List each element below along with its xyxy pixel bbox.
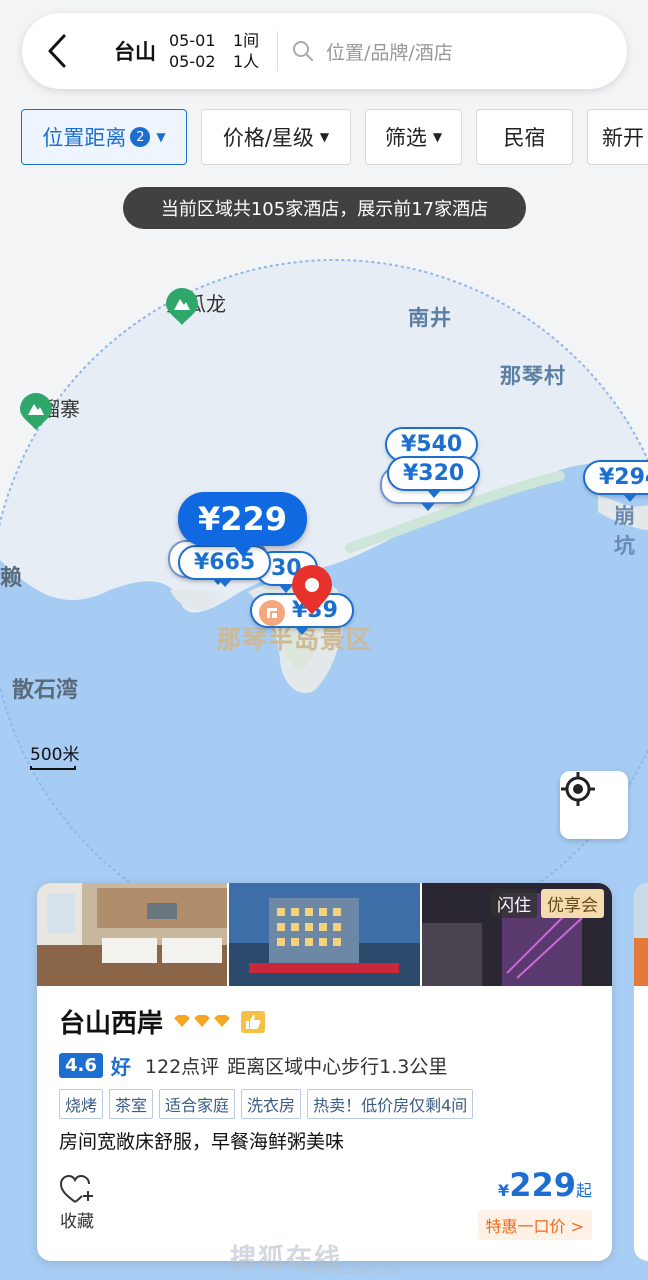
next-hotel-card[interactable] <box>634 883 648 1261</box>
checkout-date: 05-02 <box>169 52 216 71</box>
place-sanshiwan: 散石湾 <box>12 678 79 703</box>
hotel-name: 台山西岸 <box>59 1009 164 1039</box>
score-badge: 4.6 <box>59 1053 103 1078</box>
price-currency: ¥ <box>498 1181 510 1200</box>
poi-jinguashan[interactable]: 金瓜龙 <box>166 288 226 325</box>
rating-row: 4.6 好 122点评 距离区域中心步行1.3公里 <box>59 1051 447 1080</box>
search-header: 台山 05-01 05-02 1间 1人 位置/品牌/酒店 <box>22 13 627 89</box>
mountain-icon <box>166 288 198 325</box>
facility-tag: 烧烤 <box>59 1089 104 1119</box>
filter-bar: 位置距离 2 ▼ 价格/星级 ▼ 筛选 ▼ 民宿 新开 <box>21 109 648 165</box>
vip-tag: 优享会 <box>540 889 604 918</box>
price-marker[interactable]: ¥320 <box>387 456 481 498</box>
review-count[interactable]: 122点评 <box>145 1052 219 1079</box>
filter-more[interactable]: 筛选 ▼ <box>365 109 462 165</box>
scale-label: 500米 <box>30 745 80 765</box>
hotel-photo-lobby: 闪住 优享会 <box>421 883 612 986</box>
price-value: 229 <box>509 1166 576 1204</box>
watermark-url: WWW.GDMM.COM <box>310 1266 402 1277</box>
price-area[interactable]: ¥229起 特惠一口价 > <box>477 1166 592 1240</box>
favorite-button[interactable]: 收藏 <box>59 1173 95 1232</box>
hotel-brand-icon <box>259 600 285 626</box>
price-suffix: 起 <box>575 1181 592 1200</box>
filter-label: 新开 <box>602 126 644 150</box>
search-icon <box>293 41 313 61</box>
back-button[interactable] <box>22 13 92 89</box>
hotel-card[interactable]: 闪住 优享会 台山西岸 4.6 好 122点评 距离区域中心步行1.3公里 烧烤… <box>37 883 612 1261</box>
place-lai: 赖 <box>0 566 23 591</box>
place-bengkeng: 崩坑 <box>614 504 636 558</box>
room-count: 1间 <box>233 31 260 50</box>
filter-label: 位置距离 <box>42 126 127 150</box>
facility-tag: 茶室 <box>109 1089 154 1119</box>
next-hotel-photo <box>634 883 648 986</box>
filter-label: 价格/星级 <box>222 126 314 150</box>
filter-price-star[interactable]: 价格/星级 ▼ <box>201 109 351 165</box>
hotel-photo-room <box>37 883 228 986</box>
filter-count-badge: 2 <box>130 127 151 147</box>
filter-label: 筛选 <box>384 126 427 150</box>
price-marker[interactable]: ¥665 <box>178 545 272 587</box>
score-word: 好 <box>110 1055 131 1079</box>
caret-down-icon: ▼ <box>432 130 443 144</box>
distance-text: 距离区域中心步行1.3公里 <box>227 1056 448 1078</box>
guest-count: 1人 <box>233 52 260 71</box>
diamond-icon <box>174 1014 231 1027</box>
hotel-name-row: 台山西岸 <box>59 1003 266 1040</box>
filter-homestay[interactable]: 民宿 <box>476 109 573 165</box>
search-placeholder: 位置/品牌/酒店 <box>326 41 453 64</box>
heart-plus-icon <box>59 1174 93 1203</box>
scale-bar <box>30 766 76 770</box>
hotel-tags: 闪住 优享会 <box>490 889 604 918</box>
hotel-photo-exterior <box>229 883 420 986</box>
search-input[interactable]: 位置/品牌/酒店 <box>292 38 453 65</box>
locate-me-button[interactable] <box>560 771 628 839</box>
mountain-icon <box>20 393 52 430</box>
hotel-price: ¥229起 <box>478 1166 592 1204</box>
filter-new-open[interactable]: 新开 <box>587 109 648 165</box>
place-naqincun: 那琴村 <box>500 364 566 388</box>
facility-tag: 适合家庭 <box>159 1089 236 1119</box>
crosshair-icon <box>561 772 595 806</box>
diamond-rating <box>173 1014 231 1030</box>
thumbs-up-icon <box>241 1010 266 1033</box>
room-guest-selector[interactable]: 1间 1人 <box>233 30 273 72</box>
chevron-left-icon <box>48 34 66 68</box>
facility-tags: 烧烤 茶室 适合家庭 洗衣房 热卖！低价房仅剩4间 <box>59 1089 474 1119</box>
flash-stay-tag: 闪住 <box>490 889 537 918</box>
map-scale: 500米 <box>30 740 79 770</box>
price-marker[interactable]: ¥294 <box>583 460 648 502</box>
city-selector[interactable]: 台山 <box>114 36 169 66</box>
facility-tag: 洗衣房 <box>241 1089 302 1119</box>
filter-label: 民宿 <box>503 126 546 150</box>
favorite-label: 收藏 <box>60 1212 94 1232</box>
hotel-description: 房间宽敞床舒服，早餐海鲜粥美味 <box>59 1131 345 1153</box>
result-count-toast: 当前区域共105家酒店，展示前17家酒店 <box>123 187 526 229</box>
location-pin-icon <box>292 565 332 615</box>
selected-price-marker[interactable]: ¥229 <box>178 492 308 557</box>
poi-malaizhai[interactable]: 马骝寨 <box>20 393 80 430</box>
caret-down-icon: ▼ <box>156 130 166 144</box>
facility-tag: 热卖！低价房仅剩4间 <box>307 1089 474 1119</box>
date-selector[interactable]: 05-01 05-02 <box>169 30 233 72</box>
divider <box>277 31 278 71</box>
hotel-photos[interactable]: 闪住 优享会 <box>37 883 612 986</box>
deal-badge[interactable]: 特惠一口价 > <box>477 1210 592 1240</box>
checkin-date: 05-01 <box>169 31 216 50</box>
caret-down-icon: ▼ <box>319 130 330 144</box>
place-nanjing: 南井 <box>408 306 452 330</box>
filter-location-distance[interactable]: 位置距离 2 ▼ <box>21 109 187 165</box>
